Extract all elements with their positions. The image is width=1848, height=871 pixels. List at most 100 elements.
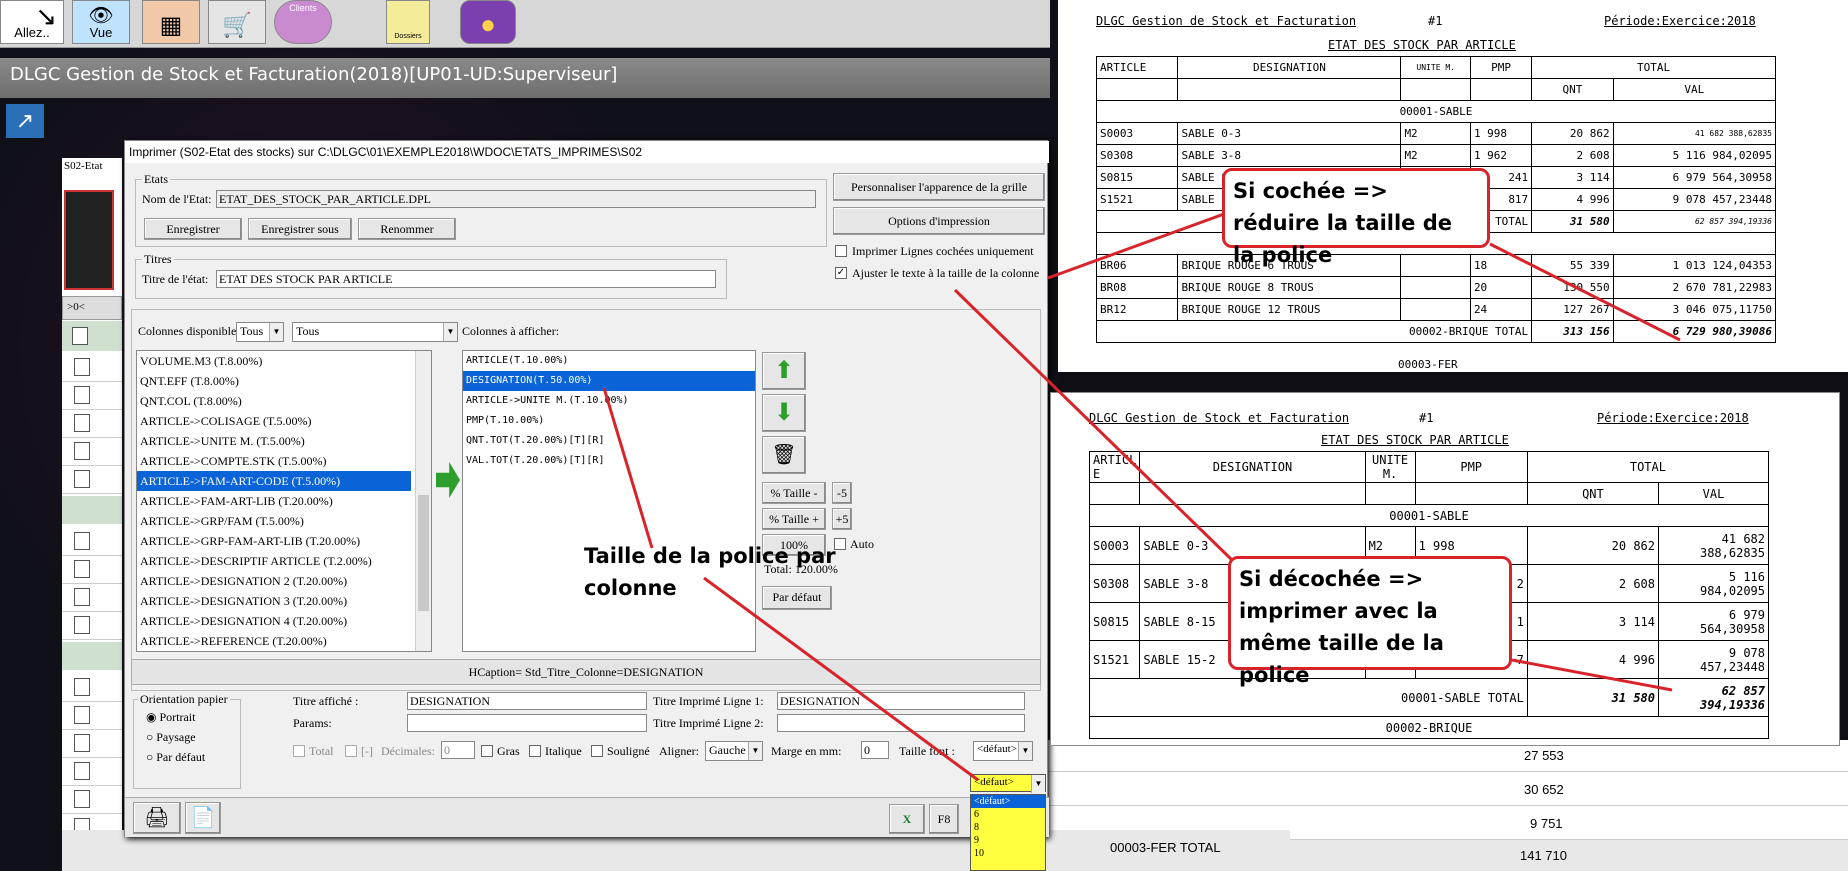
params-input[interactable] [407,714,647,732]
excel-button[interactable]: X [889,804,925,834]
par-defaut-radio[interactable]: ○ Par défaut [146,750,205,765]
lignes-cochees-checkbox[interactable] [835,245,847,257]
table-row[interactable] [62,786,122,814]
portrait-radio[interactable]: ◉ Portrait [146,710,195,725]
table-row[interactable] [62,466,122,494]
decimales-input[interactable]: 0 [441,741,475,759]
table-row[interactable] [62,674,122,702]
bg-filter[interactable]: >0< [62,296,122,320]
document-button[interactable]: 📄 [185,802,221,834]
dossiers-button[interactable]: Dossiers [386,0,430,44]
row-checkbox[interactable] [74,616,90,634]
font-option[interactable]: 9 [971,834,1045,847]
printer-settings-button[interactable]: 🖨 [133,802,181,834]
row-checkbox[interactable] [74,470,90,488]
table-row[interactable] [62,584,122,612]
list-item[interactable]: QNT.EFF (T.8.00%) [137,371,431,391]
list-item-selected[interactable]: ARTICLE->FAM-ART-CODE (T.5.00%) [137,471,411,491]
table-row[interactable] [62,612,122,640]
list-item[interactable]: ARTICLE->DESIGNATION 2 (T.20.00%) [137,571,431,591]
table-row[interactable] [62,528,122,556]
list-item[interactable]: PMP(T.10.00%) [463,411,755,431]
moins-checkbox[interactable] [345,745,357,757]
font-option[interactable]: 8 [971,821,1045,834]
filter2-select[interactable]: Tous ▼ [292,322,458,342]
enregistrer-button[interactable]: Enregistrer [144,218,242,240]
font-options-list[interactable]: <défaut> 6 8 9 10 [970,794,1046,871]
row-checkbox[interactable] [74,560,90,578]
table-row[interactable] [62,354,122,382]
user-button[interactable]: ● [460,0,516,44]
list-item[interactable]: VAL.TOT(T.20.00%)[T][R] [463,451,755,471]
table-row[interactable] [62,556,122,584]
filter1-select[interactable]: Tous ▼ [236,322,284,342]
list-item[interactable]: ARTICLE(T.10.00%) [463,351,755,371]
aligner-select[interactable]: Gauche ▼ [705,741,763,761]
list-item[interactable]: ARTICLE->UNITE M.(T.10.00%) [463,391,755,411]
table-row[interactable] [62,438,122,466]
taille-font-select[interactable]: <défaut> ▼ [973,741,1033,761]
list-item[interactable]: ARTICLE->GRP/FAM (T.5.00%) [137,511,431,531]
row-checkbox[interactable] [74,386,90,404]
table-row[interactable] [62,758,122,786]
ligne2-input[interactable] [777,714,1025,732]
list-item[interactable]: ARTICLE->DESCRIPTIF ARTICLE (T.2.00%) [137,551,431,571]
renommer-button[interactable]: Renommer [358,218,456,240]
list-item-selected[interactable]: DESIGNATION(T.50.00%) [463,371,755,391]
table-row[interactable] [62,382,122,410]
ligne1-input[interactable]: DESIGNATION [777,692,1025,710]
arrow-right-icon[interactable] [436,462,460,498]
font-dropdown-open[interactable]: <défaut> ▼ [970,774,1046,793]
row-checkbox[interactable] [72,327,88,345]
row-checkbox[interactable] [74,762,90,780]
move-up-button[interactable]: ⬆ [762,352,806,390]
list-item[interactable]: ARTICLE->REFERENCE (T.20.00%) [137,631,431,651]
gras-checkbox[interactable] [481,745,493,757]
cart-button[interactable]: 🛒 [208,0,266,44]
table-row[interactable] [62,410,122,438]
move-down-button[interactable]: ⬇ [762,394,806,432]
list-item[interactable]: QNT.TOT(T.20.00%)[T][R] [463,431,755,451]
allez-button[interactable]: Allez.. ↘ [0,0,64,44]
f8-button[interactable]: F8 [929,804,959,834]
titre-etat-input[interactable]: ETAT DES STOCK PAR ARTICLE [216,270,716,288]
list-item[interactable]: ARTICLE->COLISAGE (T.5.00%) [137,411,431,431]
colonnes-afficher-list[interactable]: ARTICLE(T.10.00%) DESIGNATION(T.50.00%) … [462,350,756,652]
italique-checkbox[interactable] [529,745,541,757]
scroll-thumb[interactable] [418,495,429,611]
row-checkbox[interactable] [74,414,90,432]
ajuster-texte-checkbox[interactable]: ✓ [835,267,847,279]
grid-button[interactable]: ▦ [142,0,200,44]
delete-button[interactable]: 🗑 [762,436,806,474]
row-checkbox[interactable] [74,790,90,808]
paysage-radio[interactable]: ○ Paysage [146,730,196,745]
table-row[interactable] [62,730,122,758]
font-option[interactable]: 10 [971,847,1045,860]
minus5-button[interactable]: -5 [832,482,852,504]
colonnes-disponibles-list[interactable]: VOLUME.M3 (T.8.00%) QNT.EFF (T.8.00%) QN… [136,350,432,652]
vue-button[interactable]: 👁 Vue [72,0,130,44]
enregistrer-sous-button[interactable]: Enregistrer sous [248,218,352,240]
list-item[interactable]: ARTICLE->FAM-ART-LIB (T.20.00%) [137,491,431,511]
list-item[interactable]: ARTICLE->GRP-FAM-ART-LIB (T.20.00%) [137,531,431,551]
list-item[interactable]: ARTICLE->COMPTE.STK (T.5.00%) [137,451,431,471]
row-checkbox[interactable] [74,678,90,696]
row-checkbox[interactable] [74,706,90,724]
list-item[interactable]: ARTICLE->DESIGNATION 3 (T.20.00%) [137,591,431,611]
list-item[interactable]: QNT.COL (T.8.00%) [137,391,431,411]
taille-moins-button[interactable]: % Taille - [762,482,826,504]
font-option-selected[interactable]: <défaut> [971,795,1045,808]
row-checkbox[interactable] [74,532,90,550]
list-item[interactable]: VOLUME.M3 (T.8.00%) [137,351,431,371]
row-checkbox[interactable] [74,358,90,376]
row-checkbox[interactable] [74,442,90,460]
taille-plus-button[interactable]: % Taille + [762,508,826,530]
nom-etat-input[interactable]: ETAT_DES_STOCK_PAR_ARTICLE.DPL [216,190,816,208]
total-checkbox[interactable] [293,745,305,757]
plus5-button[interactable]: +5 [832,508,852,530]
table-row[interactable] [62,702,122,730]
titre-affiche-input[interactable]: DESIGNATION [407,692,647,710]
row-checkbox[interactable] [74,734,90,752]
list-item[interactable]: ARTICLE->DESIGNATION 4 (T.20.00%) [137,611,431,631]
marge-input[interactable]: 0 [861,741,889,759]
